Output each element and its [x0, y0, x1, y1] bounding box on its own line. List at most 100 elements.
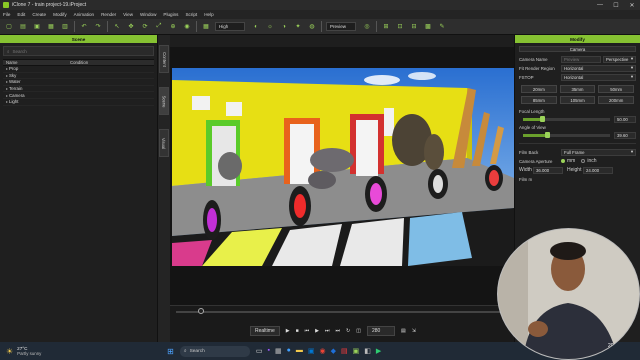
play-forward-icon[interactable]: ▶	[315, 328, 319, 334]
ssao-icon[interactable]: ◍	[307, 22, 317, 32]
texture-icon[interactable]: ▩	[423, 22, 433, 32]
menu-plugins[interactable]: Plugins	[163, 12, 178, 17]
column-name[interactable]: Name	[3, 60, 67, 65]
lens-20mm-button[interactable]: 20mm	[521, 85, 557, 93]
menu-view[interactable]: View	[123, 12, 133, 17]
timeline-expand-icon[interactable]: ⇲	[412, 328, 416, 334]
save-icon[interactable]: ▣	[32, 22, 42, 32]
tree-item-camera[interactable]: ▸ Camera	[3, 92, 154, 99]
new-file-icon[interactable]: ▢	[4, 22, 14, 32]
stop-icon[interactable]: ■	[296, 328, 299, 334]
tab-scene[interactable]: Scene	[159, 87, 169, 115]
lens-50mm-button[interactable]: 50mm	[598, 85, 634, 93]
snap-icon[interactable]: ⊞	[381, 22, 391, 32]
quality-select[interactable]: High	[215, 22, 245, 31]
frame-input[interactable]: 280	[366, 326, 395, 336]
loop-icon[interactable]: ↻	[346, 328, 350, 334]
light-icon[interactable]: ☼	[265, 22, 275, 32]
end-icon[interactable]: ⏭	[336, 328, 341, 334]
file-explorer-icon[interactable]: ▬	[296, 347, 303, 355]
height-input[interactable]: 24.000	[583, 166, 613, 174]
open-folder-icon[interactable]: ▤	[18, 22, 28, 32]
play-icon[interactable]: ▶	[286, 328, 290, 334]
pdf-icon[interactable]: ▤	[341, 347, 348, 355]
3d-viewport[interactable]	[172, 68, 514, 266]
lens-105mm-button[interactable]: 105mm	[559, 96, 596, 104]
teams-icon[interactable]: ▪	[268, 347, 270, 355]
camera-switch-icon[interactable]: ◎	[362, 22, 372, 32]
lens-85mm-button[interactable]: 85mm	[521, 96, 557, 104]
width-input[interactable]: 36.000	[533, 166, 563, 174]
move-tool-icon[interactable]: ✥	[126, 22, 136, 32]
chrome-icon[interactable]: ◉	[319, 347, 325, 355]
fit-region-select[interactable]: Horizontal ▾	[561, 64, 636, 72]
menu-modify[interactable]: Modify	[53, 12, 67, 17]
tree-item-sky[interactable]: ▸ Sky	[3, 73, 154, 80]
task-view-icon[interactable]: ▭	[256, 347, 263, 355]
camera-type-select[interactable]: Perspective ▾	[603, 55, 636, 63]
fstop-select[interactable]: Horizontal ▾	[561, 73, 636, 81]
angle-of-view-handle[interactable]	[545, 131, 551, 138]
menu-file[interactable]: File	[3, 12, 10, 17]
menu-edit[interactable]: Edit	[17, 12, 25, 17]
menu-animation[interactable]: Animation	[74, 12, 94, 17]
shadow-icon[interactable]: ◑	[279, 22, 289, 32]
timeline-settings-icon[interactable]: ▤	[401, 328, 406, 334]
focal-length-input[interactable]: 50.00	[614, 115, 636, 123]
angle-of-view-input[interactable]: 39.60	[614, 131, 636, 139]
scene-search-input[interactable]: ⌕ Search	[3, 46, 154, 56]
film-back-select[interactable]: Full Frame ▾	[561, 148, 636, 156]
grid-icon[interactable]: ▦	[201, 22, 211, 32]
lens-200mm-button[interactable]: 200mm	[598, 96, 634, 104]
widgets-icon[interactable]: ▦	[275, 347, 282, 355]
redo-icon[interactable]: ↷	[93, 22, 103, 32]
tree-item-prop[interactable]: ▸ Prop	[3, 66, 154, 73]
tree-item-water[interactable]: ▸ Water	[3, 79, 154, 86]
tab-visual[interactable]: Visual	[159, 129, 169, 157]
edge-icon[interactable]: ●	[287, 347, 291, 355]
column-condition[interactable]: Condition	[67, 60, 88, 65]
camera-section-header[interactable]: Camera	[519, 46, 636, 52]
focal-length-slider[interactable]	[523, 115, 610, 122]
weather-widget[interactable]: 27°C Partly sunny	[17, 346, 67, 356]
select-tool-icon[interactable]: ↖	[112, 22, 122, 32]
aperture-inch-radio[interactable]: inch	[581, 158, 597, 164]
align-icon[interactable]: ⊡	[395, 22, 405, 32]
tab-content[interactable]: Content	[159, 45, 169, 73]
windows-start-icon[interactable]: ⊞	[167, 347, 174, 356]
undo-icon[interactable]: ↶	[79, 22, 89, 32]
tree-item-light[interactable]: ▸ Light	[3, 99, 154, 106]
angle-of-view-slider[interactable]	[523, 131, 610, 138]
fx-icon[interactable]: ✦	[293, 22, 303, 32]
lens-35mm-button[interactable]: 35mm	[559, 85, 596, 93]
aperture-mm-radio[interactable]: mm	[561, 158, 575, 164]
timeline-playhead[interactable]	[198, 308, 204, 314]
menu-create[interactable]: Create	[32, 12, 46, 17]
minimize-button[interactable]: —	[592, 0, 608, 10]
camera-preview-select[interactable]: Preview	[326, 22, 356, 31]
menu-render[interactable]: Render	[101, 12, 116, 17]
camera-icon[interactable]: ◉	[182, 22, 192, 32]
close-button[interactable]: ✕	[624, 0, 640, 10]
menu-help[interactable]: Help	[204, 12, 213, 17]
dropbox-icon[interactable]: ◆	[331, 347, 336, 355]
measure-icon[interactable]: ⊟	[409, 22, 419, 32]
maximize-button[interactable]: ☐	[608, 0, 624, 10]
brush-icon[interactable]: ✎	[437, 22, 447, 32]
timeline-track[interactable]	[176, 311, 508, 313]
camera-name-input[interactable]: Preview	[561, 55, 601, 63]
scale-tool-icon[interactable]: ⤢	[154, 22, 164, 32]
app-icon[interactable]: ▶	[376, 347, 381, 355]
render-icon[interactable]: ▦	[46, 22, 56, 32]
menu-script[interactable]: Script	[185, 12, 197, 17]
tree-item-terrain[interactable]: ▸ Terrain	[3, 86, 154, 93]
focal-length-handle[interactable]	[540, 115, 546, 122]
rotate-tool-icon[interactable]: ⟳	[140, 22, 150, 32]
app-icon[interactable]: ◧	[364, 347, 371, 355]
toggle-icon[interactable]: ◐	[251, 22, 261, 32]
taskbar-search[interactable]: ⌕ Search	[179, 345, 250, 357]
next-key-icon[interactable]: ⏭	[325, 328, 330, 334]
realtime-select[interactable]: Realtime	[250, 326, 280, 336]
prev-key-icon[interactable]: ⏮	[305, 328, 310, 334]
menu-window[interactable]: Window	[140, 12, 156, 17]
